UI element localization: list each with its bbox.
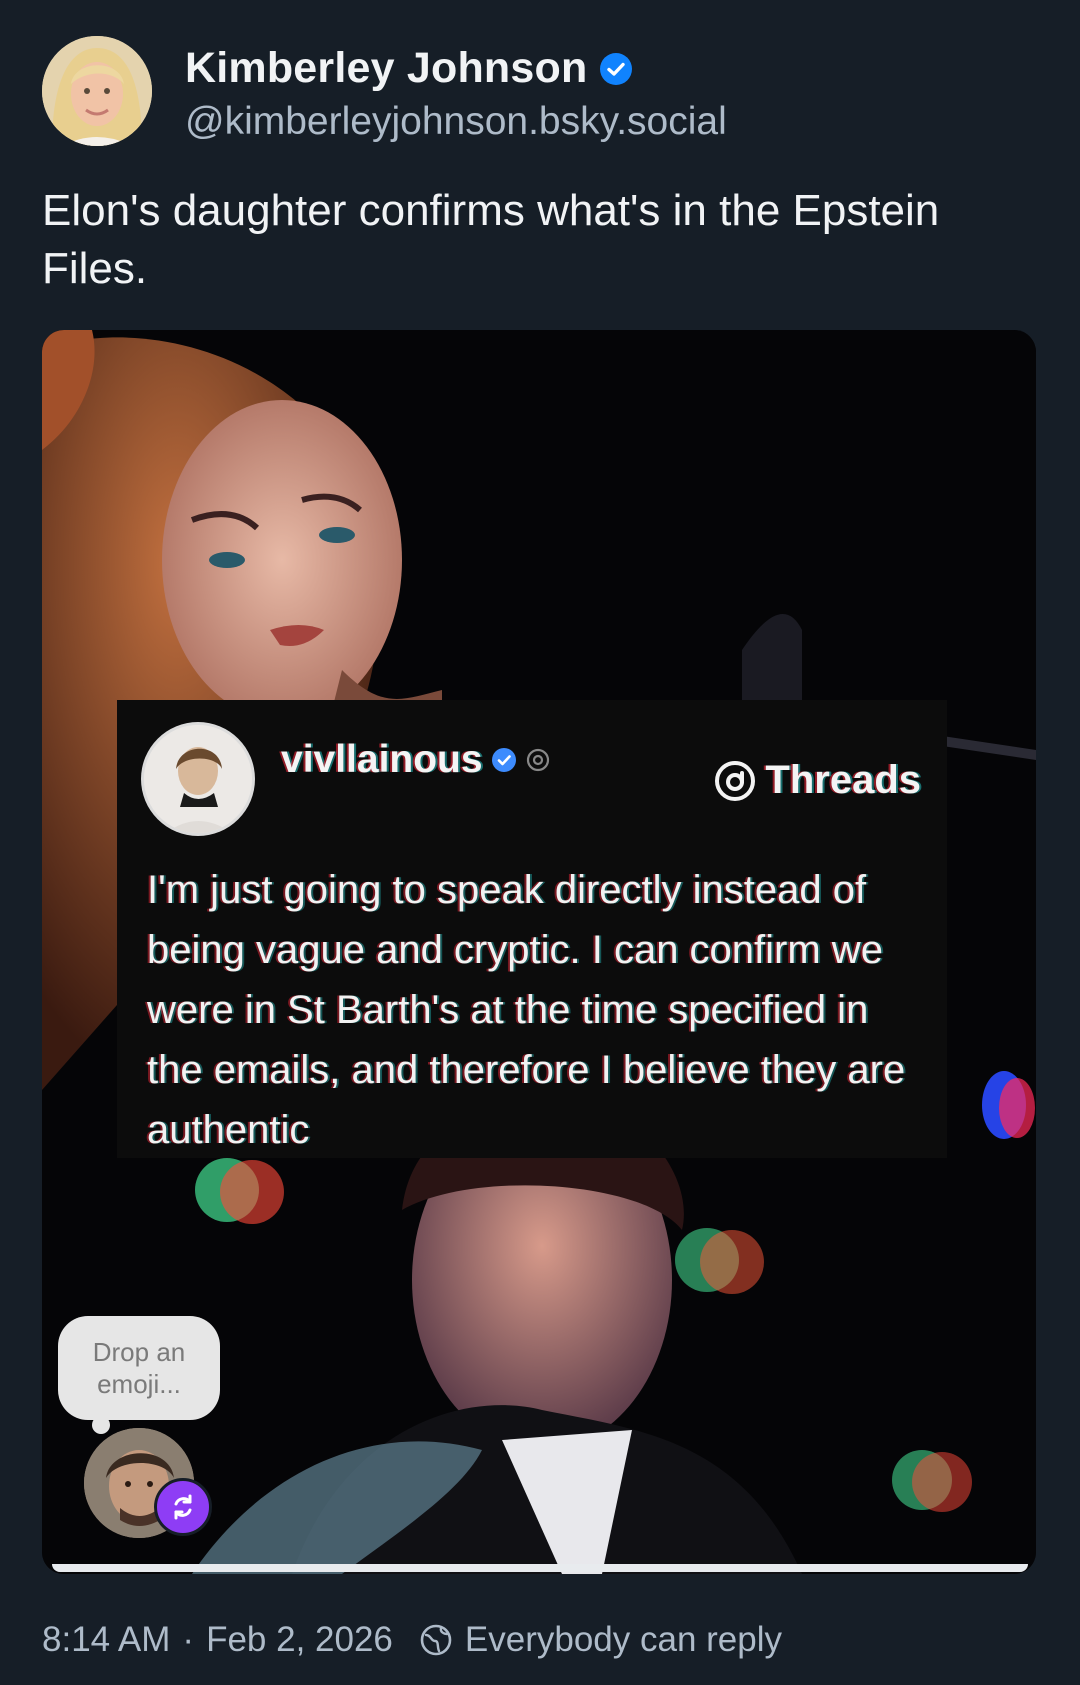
threads-brand-text: Threads (765, 758, 921, 802)
post-footer: 8:14 AM · Feb 2, 2026 Everybody can repl… (42, 1620, 782, 1660)
threads-username: vivllainous (281, 738, 551, 782)
post-date[interactable]: Feb 2, 2026 (206, 1620, 393, 1660)
threads-logo-icon (715, 760, 756, 801)
verified-badge-icon[interactable] (599, 52, 633, 86)
post-image[interactable]: vivllainous Threads I'm just going to sp… (42, 330, 1036, 1574)
repost-icon (174, 1494, 192, 1520)
drop-emoji-bubble[interactable]: Drop an emoji... (58, 1316, 220, 1450)
footer-separator: · (182, 1620, 195, 1659)
author-avatar[interactable] (42, 36, 152, 146)
author-handle[interactable]: @kimberleyjohnson.bsky.social (185, 100, 727, 144)
author-avatar-image (42, 36, 152, 146)
author-display-name-text[interactable]: Kimberley Johnson (185, 44, 587, 93)
threads-brand: Threads (713, 758, 921, 803)
threads-verified-icon (491, 748, 516, 772)
threads-user-avatar (144, 725, 252, 833)
post-text: Elon's daughter confirms what's in the E… (42, 186, 940, 293)
threads-screenshot-card: vivllainous Threads I'm just going to sp… (117, 700, 947, 1158)
threads-post-body: I'm just going to speak directly instead… (147, 868, 906, 1152)
repost-badge[interactable] (154, 1478, 212, 1536)
globe-icon (420, 1624, 452, 1656)
media-bottom-edge (52, 1564, 1028, 1572)
post: Kimberley Johnson @kimberleyjohnson.bsky… (0, 0, 1080, 1685)
author-display-name[interactable]: Kimberley Johnson (185, 44, 633, 93)
post-time[interactable]: 8:14 AM (42, 1620, 170, 1660)
threads-small-logo-icon (526, 748, 549, 772)
reply-setting[interactable]: Everybody can reply (465, 1620, 782, 1660)
threads-username-text: vivllainous (281, 738, 483, 781)
drop-emoji-text[interactable]: Drop an emoji... (79, 1336, 199, 1400)
bubble-tail-dot (92, 1416, 110, 1434)
